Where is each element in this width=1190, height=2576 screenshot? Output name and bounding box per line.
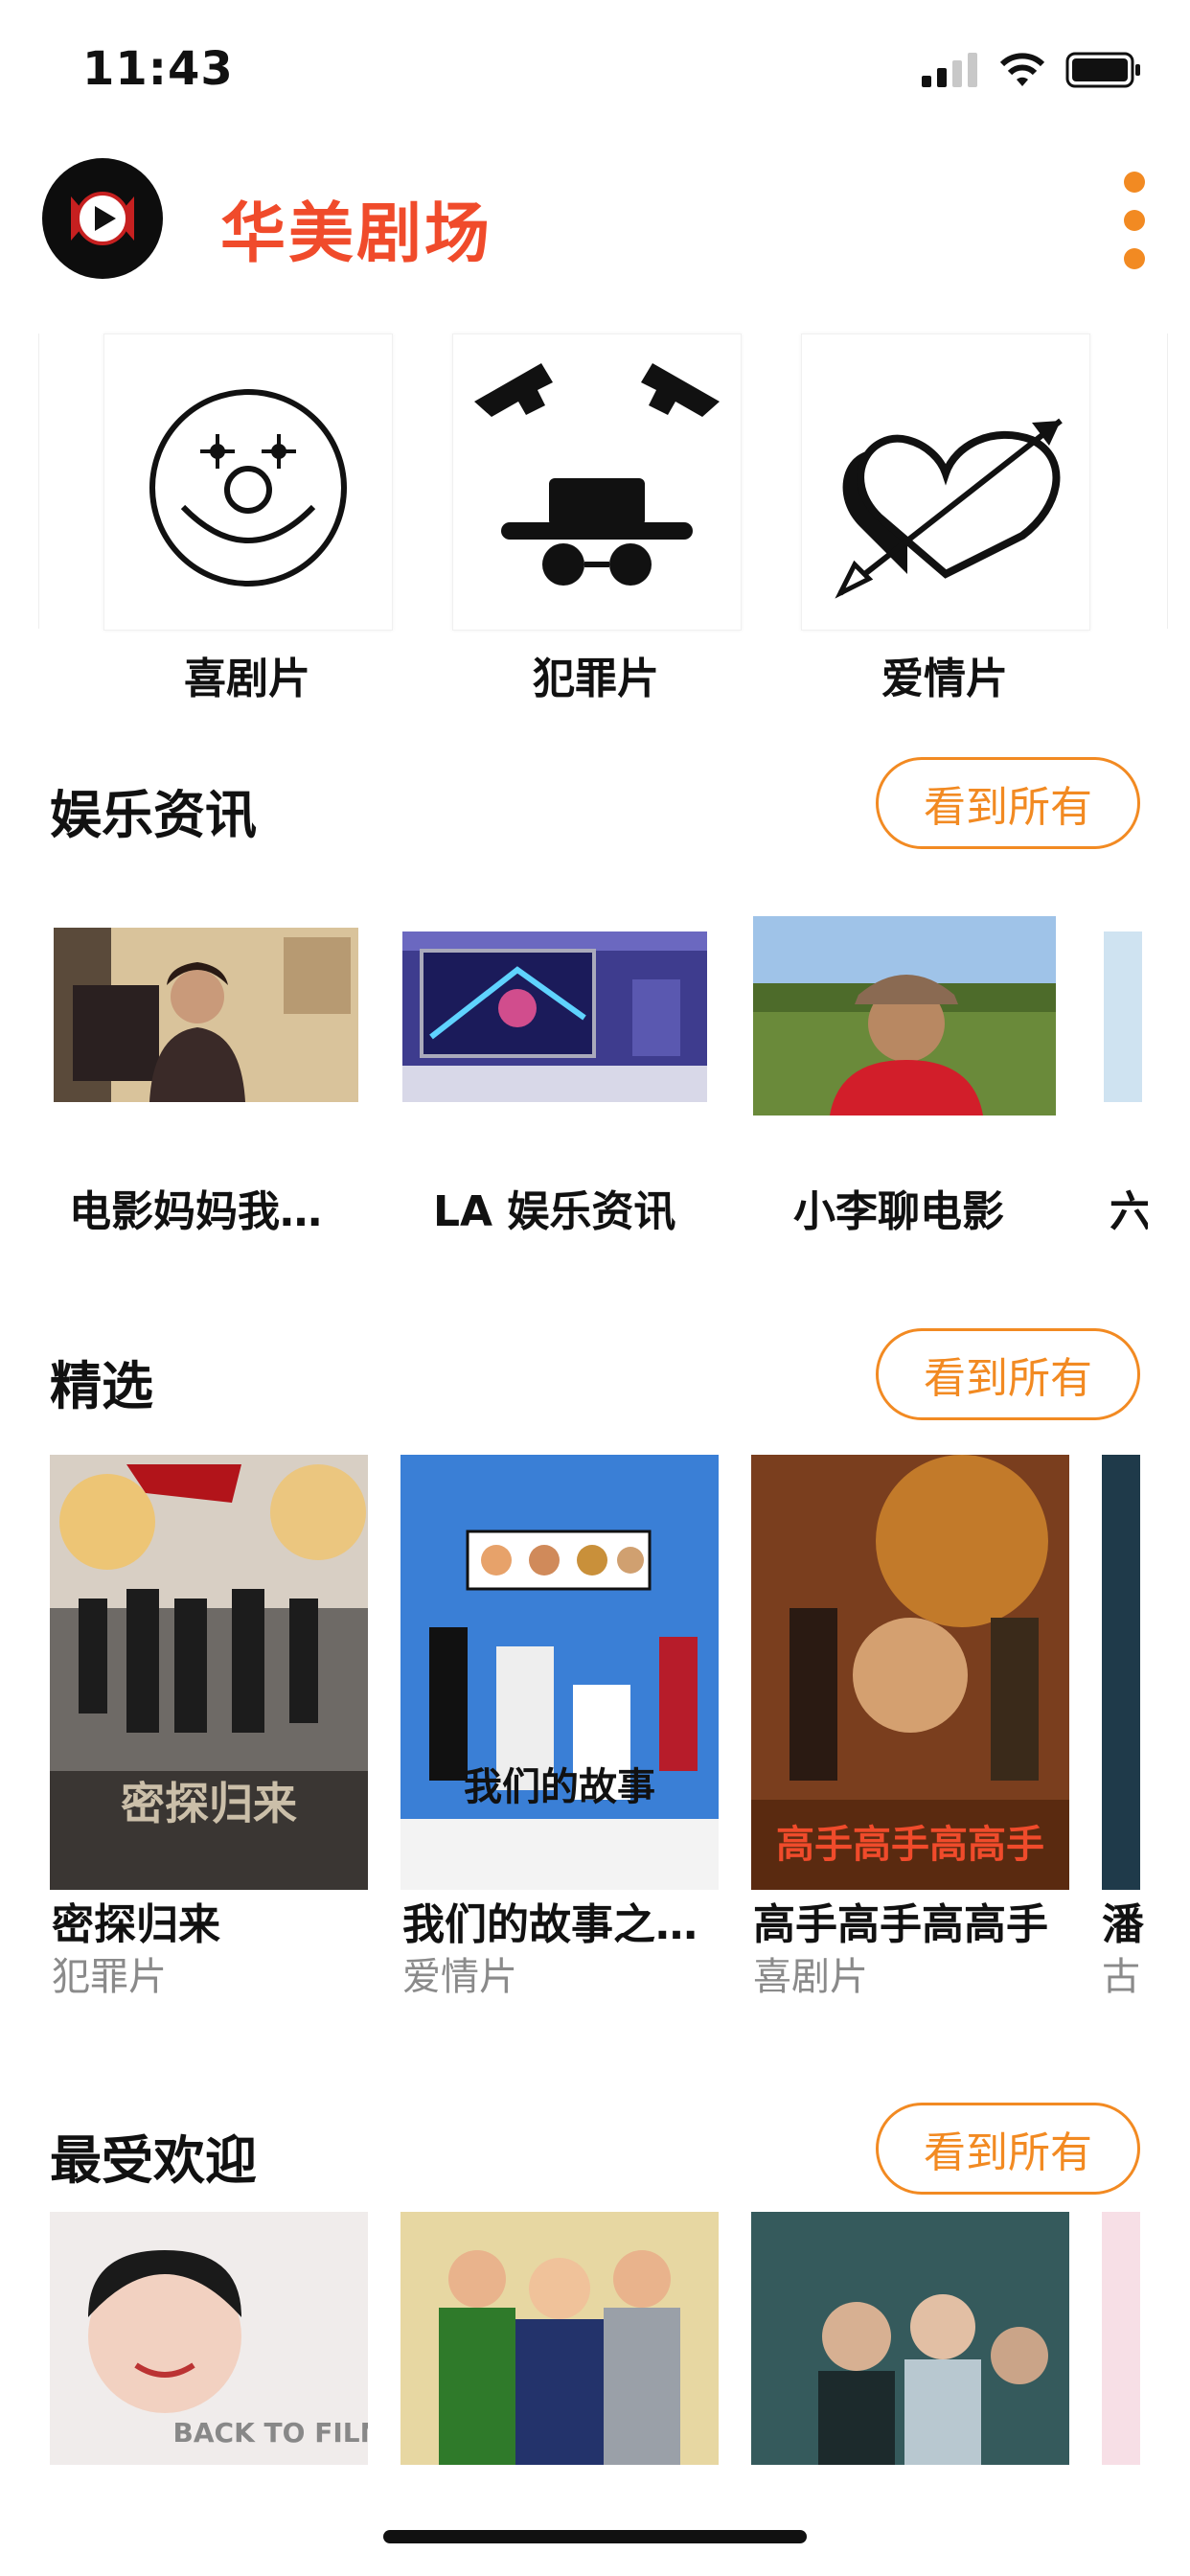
news-item-label: 电影妈妈我… bbox=[69, 1187, 322, 1236]
poster-card[interactable] bbox=[751, 2212, 1069, 2465]
see-all-featured-button[interactable]: 看到所有 bbox=[876, 1328, 1140, 1420]
poster-card[interactable]: 我们的故事 bbox=[400, 1455, 719, 1890]
news-image-outdoor bbox=[753, 916, 1056, 1116]
news-item-label: LA 娱乐资讯 bbox=[433, 1187, 676, 1236]
poster-image-crime: 密探归来 bbox=[50, 1455, 368, 1890]
genre-card-crime[interactable] bbox=[452, 334, 742, 631]
signal-icon bbox=[922, 53, 977, 87]
poster-text: 高手高手高高手 bbox=[776, 1823, 1044, 1867]
genre-card-edge bbox=[1167, 334, 1190, 629]
genre-card-comedy[interactable] bbox=[103, 334, 393, 631]
status-time: 11:43 bbox=[82, 42, 234, 96]
poster-title: 高手高手高高手 bbox=[753, 1900, 1048, 1949]
poster-card[interactable]: BACK TO FILM bbox=[50, 2212, 368, 2465]
poster-genre: 爱情片 bbox=[402, 1955, 517, 1999]
genre-label-romance: 爱情片 bbox=[881, 655, 1008, 703]
see-all-popular-button[interactable]: 看到所有 bbox=[876, 2103, 1140, 2195]
news-image-interview bbox=[54, 928, 358, 1102]
section-title-popular: 最受欢迎 bbox=[50, 2130, 257, 2191]
clown-face-icon bbox=[149, 389, 347, 586]
poster-image-romance: 我们的故事 bbox=[400, 1455, 719, 1890]
gangster-guns-icon bbox=[474, 363, 720, 586]
section-title-featured: 精选 bbox=[50, 1356, 153, 1416]
poster-card[interactable] bbox=[400, 2212, 719, 2465]
genre-label-comedy: 喜剧片 bbox=[184, 655, 310, 703]
section-title-news: 娱乐资讯 bbox=[50, 785, 257, 845]
news-item-label: 六 bbox=[1110, 1187, 1148, 1236]
poster-title: 潘 bbox=[1102, 1900, 1144, 1949]
poster-card[interactable] bbox=[1102, 2212, 1140, 2465]
genre-label-crime: 犯罪片 bbox=[533, 655, 659, 703]
heart-arrow-icon bbox=[835, 418, 1063, 599]
play-logo-icon bbox=[71, 192, 134, 245]
poster-title: 我们的故事之… bbox=[402, 1900, 698, 1949]
wifi-icon bbox=[999, 53, 1045, 86]
poster-genre: 犯罪片 bbox=[52, 1955, 167, 1999]
genre-card-edge bbox=[0, 334, 39, 629]
poster-image-trio bbox=[400, 2212, 719, 2465]
poster-text: 我们的故事 bbox=[464, 1764, 655, 1809]
status-icons bbox=[922, 52, 1142, 88]
poster-text: BACK TO FILM bbox=[173, 2417, 368, 2449]
news-item-label: 小李聊电影 bbox=[793, 1187, 1004, 1236]
battery-icon bbox=[1065, 52, 1140, 88]
genre-card-romance[interactable] bbox=[801, 334, 1090, 631]
poster-image-martial bbox=[751, 2212, 1069, 2465]
poster-genre: 喜剧片 bbox=[753, 1955, 868, 1999]
poster-genre: 古 bbox=[1102, 1955, 1140, 1999]
poster-card[interactable]: 密探归来 bbox=[50, 1455, 368, 1890]
news-thumb[interactable] bbox=[753, 916, 1056, 1116]
see-all-news-button[interactable]: 看到所有 bbox=[876, 757, 1140, 849]
poster-image-portrait: BACK TO FILM bbox=[50, 2212, 368, 2465]
poster-title: 密探归来 bbox=[52, 1900, 220, 1949]
home-indicator[interactable] bbox=[383, 2530, 807, 2543]
news-thumb[interactable] bbox=[1104, 932, 1142, 1102]
more-menu-button[interactable] bbox=[1115, 168, 1154, 275]
news-image-studio bbox=[402, 932, 707, 1102]
app-logo[interactable] bbox=[42, 158, 163, 279]
poster-card[interactable]: 高手高手高高手 bbox=[751, 1455, 1069, 1890]
poster-image-comedy: 高手高手高高手 bbox=[751, 1455, 1069, 1890]
news-thumb[interactable] bbox=[402, 932, 707, 1102]
poster-card[interactable] bbox=[1102, 1455, 1140, 1890]
poster-text: 密探归来 bbox=[121, 1778, 297, 1829]
app-title: 华美剧场 bbox=[220, 196, 493, 272]
news-thumb[interactable] bbox=[54, 928, 358, 1102]
